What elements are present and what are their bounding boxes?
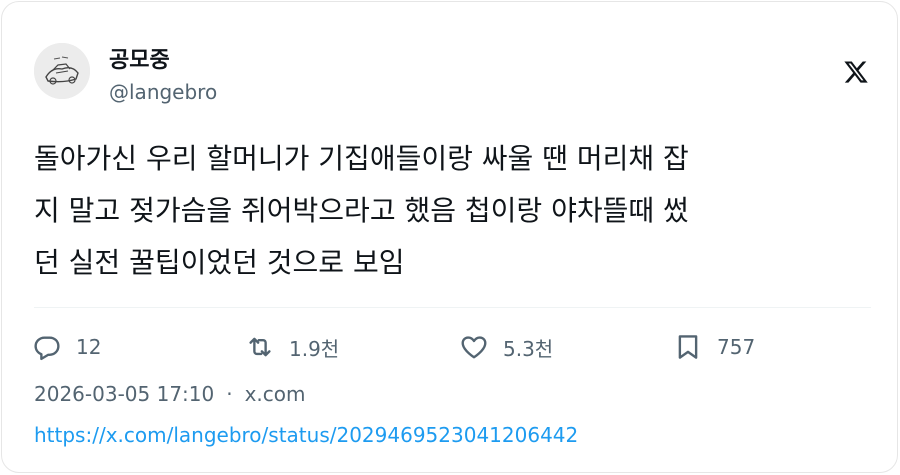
bookmark-button[interactable]: 757: [673, 330, 755, 364]
reply-button[interactable]: 12: [32, 330, 101, 364]
avatar[interactable]: [34, 43, 90, 99]
divider: [34, 307, 871, 308]
bookmark-icon: [678, 335, 698, 359]
retweet-icon: [249, 337, 271, 357]
tweet-url-link[interactable]: https://x.com/langebro/status/2029469523…: [34, 423, 578, 447]
source-label: x.com: [244, 382, 306, 406]
x-logo-icon[interactable]: [843, 59, 869, 85]
reply-icon: [34, 336, 60, 361]
retweet-count: 1.9천: [289, 336, 340, 361]
tweet-card: 공모중 @langebro 돌아가신 우리 할머니가 기집애들이랑 싸울 땐 머…: [1, 1, 898, 473]
avatar-sketch-icon: [34, 43, 90, 99]
tweet-meta: 2026-03-05 17:10 · x.com: [34, 382, 306, 406]
timestamp[interactable]: 2026-03-05 17:10: [34, 382, 214, 406]
tweet-text-line: 던 실전 꿀팁이었던 것으로 보임: [34, 246, 405, 279]
meta-separator: ·: [226, 382, 233, 406]
reply-count: 12: [76, 335, 102, 359]
heart-icon: [461, 336, 487, 359]
tweet-text-line: 지 말고 젖가슴을 쥐어박으라고 했음 첩이랑 야차뜰때 썼: [34, 194, 689, 227]
retweet-button[interactable]: 1.9천: [245, 330, 339, 364]
like-button[interactable]: 5.3천: [459, 330, 553, 364]
tweet-text-line: 돌아가신 우리 할머니가 기집애들이랑 싸울 땐 머리채 잡: [34, 142, 689, 175]
tweet-text: 돌아가신 우리 할머니가 기집애들이랑 싸울 땐 머리채 잡 지 말고 젖가슴을…: [34, 133, 864, 289]
user-handle[interactable]: @langebro: [109, 80, 217, 104]
display-name[interactable]: 공모중: [109, 42, 170, 74]
like-count: 5.3천: [503, 336, 554, 361]
bookmark-count: 757: [717, 335, 756, 359]
